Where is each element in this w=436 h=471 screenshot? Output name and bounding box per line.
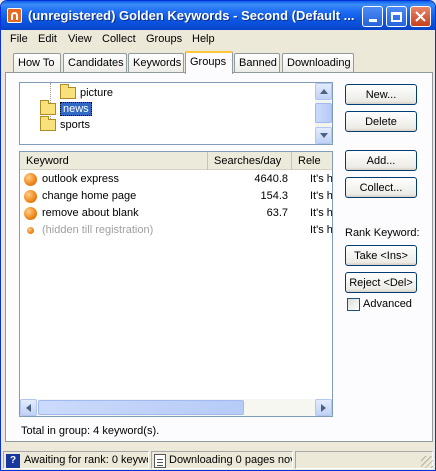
- help-icon: ?: [6, 454, 20, 468]
- scroll-up-button[interactable]: [315, 83, 332, 100]
- minimize-button[interactable]: [362, 6, 383, 27]
- table-row[interactable]: remove about blank 63.7 It's h: [20, 205, 332, 222]
- title-bar[interactable]: (unregistered) Golden Keywords - Second …: [1, 1, 435, 30]
- delete-group-button[interactable]: Delete: [345, 111, 417, 132]
- advanced-checkbox[interactable]: [347, 298, 360, 311]
- folder-icon: [60, 84, 76, 100]
- app-icon[interactable]: [7, 8, 22, 23]
- rank-icon: [24, 173, 37, 186]
- scroll-right-button[interactable]: [315, 399, 332, 416]
- main-window: (unregistered) Golden Keywords - Second …: [0, 0, 436, 471]
- group-tree[interactable]: picture news sports: [19, 82, 333, 145]
- keyword-cell: (hidden till registration): [42, 224, 154, 236]
- minimize-icon: [368, 19, 377, 22]
- rank-keyword-label: Rank Keyword:: [345, 227, 420, 239]
- folder-icon: [40, 116, 56, 132]
- tab-strip: How To Candidates Keywords Groups Banned…: [1, 51, 435, 74]
- tree-item-label: news: [60, 102, 92, 116]
- tree-vertical-scrollbar[interactable]: [315, 83, 332, 144]
- tab-how-to[interactable]: How To: [13, 53, 61, 73]
- relevance-cell: It's h: [310, 190, 332, 202]
- scroll-thumb[interactable]: [38, 400, 244, 415]
- arrow-right-icon: [321, 403, 326, 412]
- menu-collect[interactable]: Collect: [102, 33, 136, 45]
- menu-bar: File Edit View Collect Groups Help: [1, 30, 435, 49]
- take-button[interactable]: Take <Ins>: [345, 245, 417, 266]
- resize-grip-icon[interactable]: [421, 456, 433, 468]
- add-keyword-button[interactable]: Add...: [345, 150, 417, 171]
- tab-candidates[interactable]: Candidates: [63, 53, 127, 73]
- table-row[interactable]: outlook express 4640.8 It's h: [20, 171, 332, 188]
- reject-button[interactable]: Reject <Del>: [345, 272, 417, 293]
- keyword-cell: outlook express: [42, 173, 120, 185]
- searches-cell: 4640.8: [254, 173, 288, 185]
- list-horizontal-scrollbar[interactable]: [20, 399, 332, 416]
- scroll-left-button[interactable]: [20, 399, 37, 416]
- rank-icon: [24, 190, 37, 203]
- keyword-cell: change home page: [42, 190, 137, 202]
- tab-downloading[interactable]: Downloading: [282, 53, 354, 73]
- menu-view[interactable]: View: [68, 33, 92, 45]
- column-relevance[interactable]: Rele: [292, 152, 332, 170]
- relevance-cell: It's h: [310, 173, 332, 185]
- close-icon: [415, 11, 426, 22]
- tab-keywords[interactable]: Keywords: [128, 53, 184, 73]
- scroll-thumb[interactable]: [315, 103, 332, 123]
- tree-item-sports[interactable]: sports: [40, 116, 90, 135]
- column-searches[interactable]: Searches/day: [208, 152, 292, 170]
- column-keyword[interactable]: Keyword: [20, 152, 208, 170]
- status-download-text: Downloading 0 pages nov: [169, 454, 293, 466]
- tree-item-label: picture: [80, 87, 114, 99]
- status-rank-text: Awaiting for rank: 0 keywo: [24, 454, 149, 466]
- relevance-cell: It's h: [310, 207, 332, 219]
- menu-groups[interactable]: Groups: [146, 33, 182, 45]
- advanced-label[interactable]: Advanced: [363, 298, 412, 310]
- status-empty-panel: [295, 451, 433, 469]
- table-row[interactable]: (hidden till registration) It's h: [20, 222, 332, 239]
- status-bar: ? Awaiting for rank: 0 keywo Downloading …: [1, 449, 435, 470]
- rank-icon: [24, 207, 37, 220]
- scroll-down-button[interactable]: [315, 127, 332, 144]
- window-title: (unregistered) Golden Keywords - Second …: [28, 8, 355, 23]
- relevance-cell: It's h: [310, 224, 332, 236]
- arrow-down-icon: [319, 133, 328, 138]
- tab-banned[interactable]: Banned: [234, 53, 280, 73]
- maximize-button[interactable]: [386, 6, 407, 27]
- folder-open-icon: [40, 100, 56, 116]
- searches-cell: 154.3: [260, 190, 288, 202]
- menu-edit[interactable]: Edit: [38, 33, 57, 45]
- menu-help[interactable]: Help: [192, 33, 215, 45]
- arrow-left-icon: [26, 403, 31, 412]
- arrow-up-icon: [319, 89, 328, 94]
- status-rank-panel: ? Awaiting for rank: 0 keywo: [3, 451, 149, 469]
- total-in-group-text: Total in group: 4 keyword(s).: [21, 425, 160, 437]
- close-button[interactable]: [410, 6, 431, 27]
- status-download-panel: Downloading 0 pages nov: [151, 451, 293, 469]
- list-header: Keyword Searches/day Rele: [20, 152, 332, 170]
- maximize-icon: [391, 11, 402, 22]
- tree-item-picture[interactable]: picture: [60, 84, 114, 103]
- tree-item-label: sports: [60, 119, 90, 131]
- collect-button[interactable]: Collect...: [345, 177, 417, 198]
- keyword-cell: remove about blank: [42, 207, 139, 219]
- rank-icon: [27, 227, 34, 234]
- keyword-list[interactable]: Keyword Searches/day Rele outlook expres…: [19, 151, 333, 417]
- searches-cell: 63.7: [266, 207, 288, 219]
- tab-groups[interactable]: Groups: [185, 51, 233, 74]
- new-group-button[interactable]: New...: [345, 84, 417, 105]
- page-icon: [154, 454, 166, 468]
- menu-file[interactable]: File: [10, 33, 28, 45]
- table-row[interactable]: change home page 154.3 It's h: [20, 188, 332, 205]
